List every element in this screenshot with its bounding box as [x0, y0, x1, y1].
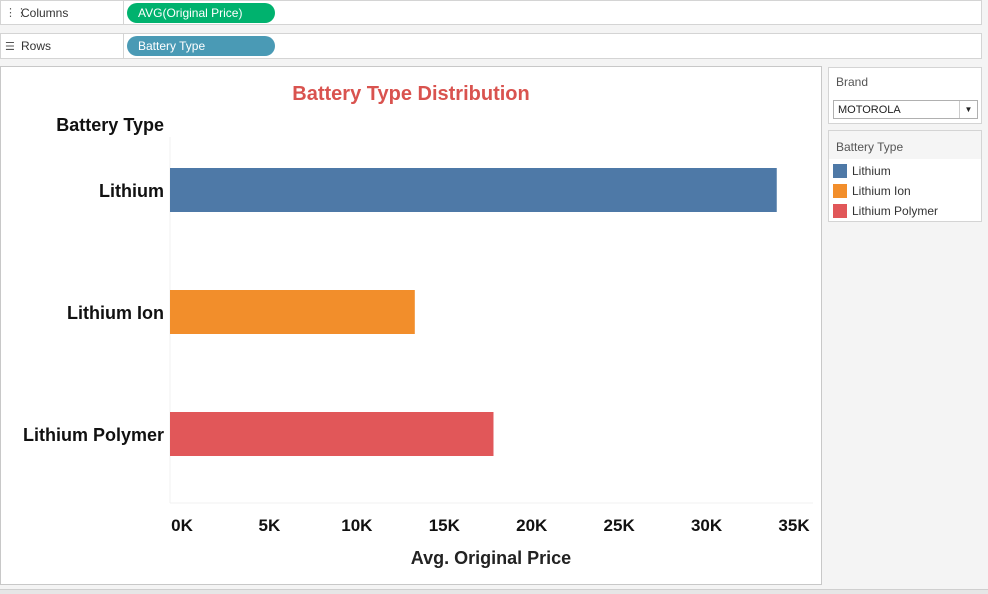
legend-swatch [833, 184, 847, 198]
legend-item-label: Lithium Polymer [852, 204, 939, 218]
rows-icon: ☰ [5, 39, 15, 53]
legend-item-lithium[interactable]: Lithium [833, 162, 891, 180]
x-tick-label: 30K [691, 516, 723, 535]
x-axis-title: Avg. Original Price [411, 548, 571, 568]
legend-card: Battery Type Lithium Lithium Ion Lithium… [828, 130, 982, 222]
columns-shelf-label: ⋮⋮ Columns [1, 1, 124, 24]
bar-lithium-polymer [170, 412, 494, 456]
legend-item-label: Lithium [852, 164, 891, 178]
rows-shelf-label: ☰ Rows [1, 34, 124, 58]
bar-lithium-ion [170, 290, 415, 334]
sheet-tabs-bar [0, 589, 988, 594]
x-tick-label: 10K [341, 516, 373, 535]
legend-swatch [833, 164, 847, 178]
legend-item-lithium-ion[interactable]: Lithium Ion [833, 182, 911, 200]
columns-shelf: ⋮⋮ Columns AVG(Original Price) [0, 0, 982, 25]
x-tick-label: 0K [171, 516, 193, 535]
rows-shelf: ☰ Rows Battery Type [0, 33, 982, 59]
category-label: Lithium Polymer [23, 425, 164, 445]
chart-panel: Battery Type Distribution Battery Type Lit… [0, 66, 822, 585]
columns-label: Columns [21, 5, 69, 20]
x-tick-label: 35K [778, 516, 810, 535]
columns-icon: ⋮⋮ [5, 6, 27, 19]
brand-filter-card: Brand MOTOROLA ▼ [828, 67, 982, 124]
brand-dropdown-value: MOTOROLA [838, 103, 901, 116]
legend-item-label: Lithium Ion [852, 184, 911, 198]
legend-swatch [833, 204, 847, 218]
chevron-down-icon[interactable]: ▼ [959, 101, 977, 118]
category-label: Lithium [99, 181, 164, 201]
row-header: Battery Type [56, 115, 164, 135]
columns-pill[interactable]: AVG(Original Price) [127, 3, 275, 23]
category-label: Lithium Ion [67, 303, 164, 323]
bar-chart: Battery Type Distribution Battery Type Lit… [23, 83, 813, 568]
rows-pill[interactable]: Battery Type [127, 36, 275, 56]
tableau-workspace: ⋮⋮ Columns AVG(Original Price) ☰ Rows Ba… [0, 0, 988, 594]
x-tick-label: 20K [516, 516, 548, 535]
brand-filter-title: Brand [836, 75, 869, 89]
x-tick-label: 15K [429, 516, 461, 535]
chart-title: Battery Type Distribution [292, 83, 529, 105]
legend-title: Battery Type [829, 131, 981, 159]
bar-lithium [170, 168, 777, 212]
x-tick-label: 5K [259, 516, 281, 535]
legend-item-lithium-polymer[interactable]: Lithium Polymer [833, 202, 938, 220]
x-tick-label: 25K [604, 516, 636, 535]
brand-dropdown[interactable]: MOTOROLA ▼ [833, 100, 978, 119]
rows-label: Rows [21, 39, 52, 53]
